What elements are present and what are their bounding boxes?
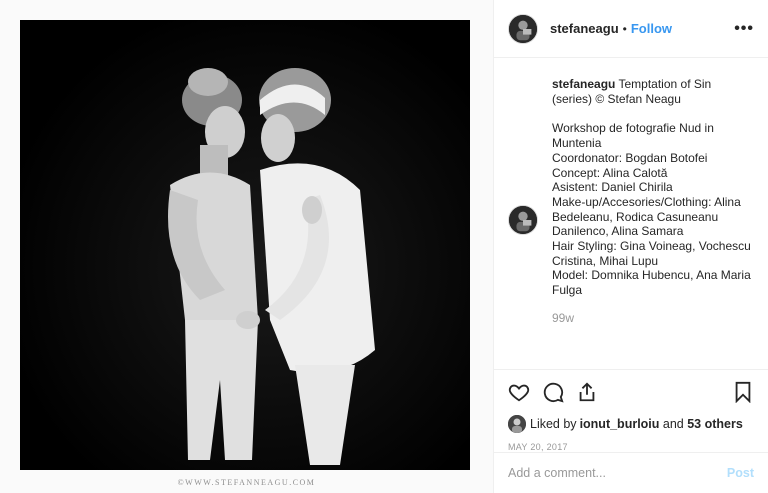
caption-text: stefaneagu Temptation of Sin (series) © …	[552, 77, 754, 326]
action-icons	[508, 380, 754, 404]
comment-input[interactable]	[508, 466, 727, 480]
photo-illustration	[20, 20, 470, 470]
caption-line: Hair Styling: Gina Voineag, Vochescu Cri…	[552, 239, 751, 268]
photo-watermark: ©WWW.STEFANNEAGU.COM	[177, 478, 316, 487]
comment-icon[interactable]	[542, 381, 564, 403]
caption-line: Asistent: Daniel Chirila	[552, 180, 673, 195]
avatar-photo	[509, 206, 537, 234]
caption-line: Coordonator: Bogdan Botofei	[552, 150, 708, 165]
liker-avatar-photo	[508, 415, 526, 433]
post-header: stefaneagu • Follow •••	[494, 0, 768, 58]
caption-row: stefaneagu Temptation of Sin (series) © …	[508, 77, 754, 326]
caption-line: Model: Domnika Hubencu, Ana Maria Fulga	[552, 268, 751, 298]
more-options-icon[interactable]: •••	[734, 20, 754, 38]
caption-section: stefaneagu Temptation of Sin (series) © …	[494, 59, 768, 369]
follow-button[interactable]: Follow	[631, 21, 672, 36]
author-avatar[interactable]	[508, 13, 538, 44]
caption-line: Concept: Alina Calotă	[552, 165, 668, 180]
likes-summary: Liked by ionut_burloiu and 53 others	[508, 415, 754, 433]
caption-username[interactable]: stefaneagu	[552, 77, 615, 91]
post-details-pane: stefaneagu • Follow ••• stefaneagu Tempt…	[493, 0, 768, 493]
caption-intro: stefaneagu Temptation of Sin (series) © …	[552, 77, 754, 106]
caption-time-ago[interactable]: 99w	[552, 311, 754, 326]
avatar-photo	[509, 14, 537, 43]
likes-others-link[interactable]: 53 others	[687, 417, 743, 431]
comment-form: Post	[494, 452, 768, 493]
post-photo[interactable]	[20, 20, 470, 470]
post-actions: Liked by ionut_burloiu and 53 others MAY…	[494, 369, 768, 452]
bookmark-icon[interactable]	[732, 381, 754, 403]
heart-icon[interactable]	[508, 381, 530, 403]
post-media-pane: ©WWW.STEFANNEAGU.COM	[0, 0, 493, 493]
likes-and: and	[659, 417, 688, 431]
caption-line: Workshop de fotografie Nud in Muntenia	[552, 121, 714, 151]
caption-author-avatar[interactable]	[508, 205, 538, 235]
header-separator: •	[622, 21, 627, 36]
share-icon[interactable]	[576, 381, 598, 403]
liker-username[interactable]: ionut_burloiu	[580, 417, 660, 431]
caption-line: Make-up/Accesories/Clothing: Alina Bedel…	[552, 194, 741, 239]
post-date[interactable]: MAY 20, 2017	[508, 442, 754, 452]
likes-prefix: Liked by	[530, 417, 577, 431]
post-comment-button[interactable]: Post	[727, 466, 754, 480]
liker-avatar[interactable]	[508, 415, 526, 433]
author-username[interactable]: stefaneagu	[550, 21, 619, 36]
